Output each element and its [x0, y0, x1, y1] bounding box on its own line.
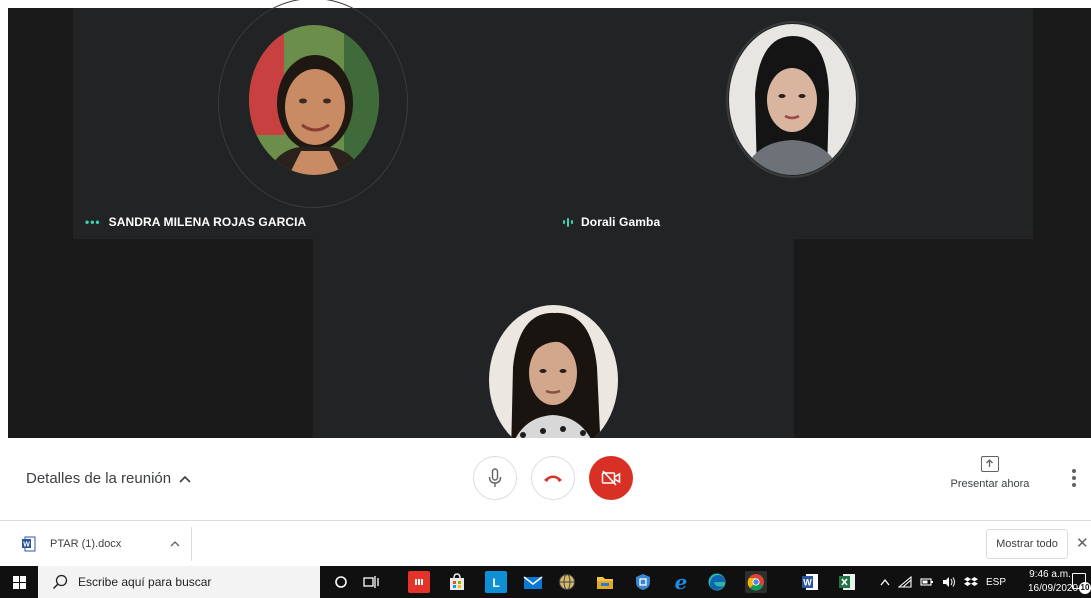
svg-text:e: e	[675, 572, 688, 592]
volume-icon[interactable]	[942, 576, 956, 588]
download-shelf: W PTAR (1).docx Mostrar todo ✕	[0, 520, 1091, 566]
meeting-controls-bar: Detalles de la reunión Presentar ahora	[0, 438, 1091, 520]
edge-icon[interactable]	[706, 571, 728, 593]
close-icon[interactable]: ✕	[1076, 534, 1089, 552]
start-button[interactable]	[0, 566, 38, 598]
taskbar-search-box[interactable]: Escribe aquí para buscar	[38, 566, 320, 598]
clock-time: 9:46 a.m.	[1029, 569, 1071, 580]
meeting-stage: ••• SANDRA MILENA ROJAS GARCIA Dorali Ga…	[0, 0, 1091, 455]
audio-level-icon	[563, 217, 573, 227]
participant-name-sandra: ••• SANDRA MILENA ROJAS GARCIA	[85, 215, 307, 229]
wifi-icon[interactable]	[898, 576, 912, 588]
shield-icon[interactable]	[632, 571, 654, 593]
hangup-button[interactable]	[531, 456, 575, 500]
app-red-icon[interactable]	[408, 571, 430, 593]
clock-date: 16/09/2020	[1028, 583, 1079, 594]
globe-icon[interactable]	[556, 571, 578, 593]
mail-icon[interactable]	[522, 571, 544, 593]
store-icon[interactable]	[446, 571, 468, 593]
excel-icon[interactable]	[836, 571, 858, 593]
show-all-downloads-button[interactable]: Mostrar todo	[986, 529, 1068, 559]
windows-logo-icon	[12, 575, 26, 589]
download-item[interactable]: W PTAR (1).docx	[8, 527, 192, 561]
cortana-icon[interactable]	[330, 571, 352, 593]
edge-legacy-icon[interactable]: e	[670, 571, 692, 593]
present-screen-icon	[981, 456, 999, 472]
phone-hangup-icon	[544, 475, 562, 482]
windows-taskbar: Escribe aquí para buscar L e W ESP 9:46 …	[0, 566, 1091, 598]
participant-avatar-self[interactable]	[489, 305, 618, 455]
present-now-button[interactable]: Presentar ahora	[945, 456, 1035, 490]
taskbar-clock[interactable]: 9:46 a.m. 16/09/2020	[1028, 568, 1079, 596]
camera-off-icon	[601, 470, 621, 486]
battery-icon[interactable]	[920, 576, 934, 588]
word-document-icon: W	[22, 536, 36, 552]
svg-text:W: W	[803, 578, 812, 588]
language-indicator[interactable]: ESP	[986, 577, 1006, 588]
chevron-up-icon[interactable]	[880, 578, 890, 586]
file-explorer-icon[interactable]	[594, 571, 616, 593]
meeting-details-button[interactable]: Detalles de la reunión	[26, 470, 191, 487]
chevron-up-icon	[179, 475, 191, 483]
notification-count-badge: 10	[1079, 582, 1091, 594]
participant-tile-bottom	[313, 239, 794, 455]
more-options-button[interactable]	[1066, 466, 1082, 490]
camera-toggle-button[interactable]	[589, 456, 633, 500]
download-file-name: PTAR (1).docx	[50, 538, 122, 550]
lync-icon[interactable]: L	[485, 571, 507, 593]
chrome-icon[interactable]	[745, 571, 767, 593]
participant-avatar-sandra[interactable]	[249, 25, 379, 175]
participant-tiles-top: ••• SANDRA MILENA ROJAS GARCIA Dorali Ga…	[73, 0, 1033, 239]
dropbox-icon[interactable]	[964, 576, 978, 588]
participant-avatar-dorali[interactable]	[729, 24, 856, 175]
word-icon[interactable]: W	[799, 571, 821, 593]
action-center-icon[interactable]: 10	[1072, 573, 1091, 594]
microphone-button[interactable]	[473, 456, 517, 500]
svg-text:L: L	[492, 576, 499, 589]
chevron-up-icon[interactable]	[170, 540, 180, 547]
search-icon	[52, 574, 68, 590]
task-view-icon[interactable]	[360, 571, 382, 593]
system-tray: ESP	[880, 566, 1006, 598]
participant-name-dorali: Dorali Gamba	[563, 215, 660, 229]
speaking-indicator-dots: •••	[85, 215, 101, 229]
more-vert-icon	[1072, 469, 1076, 473]
microphone-icon	[488, 468, 502, 487]
svg-text:W: W	[23, 542, 30, 549]
